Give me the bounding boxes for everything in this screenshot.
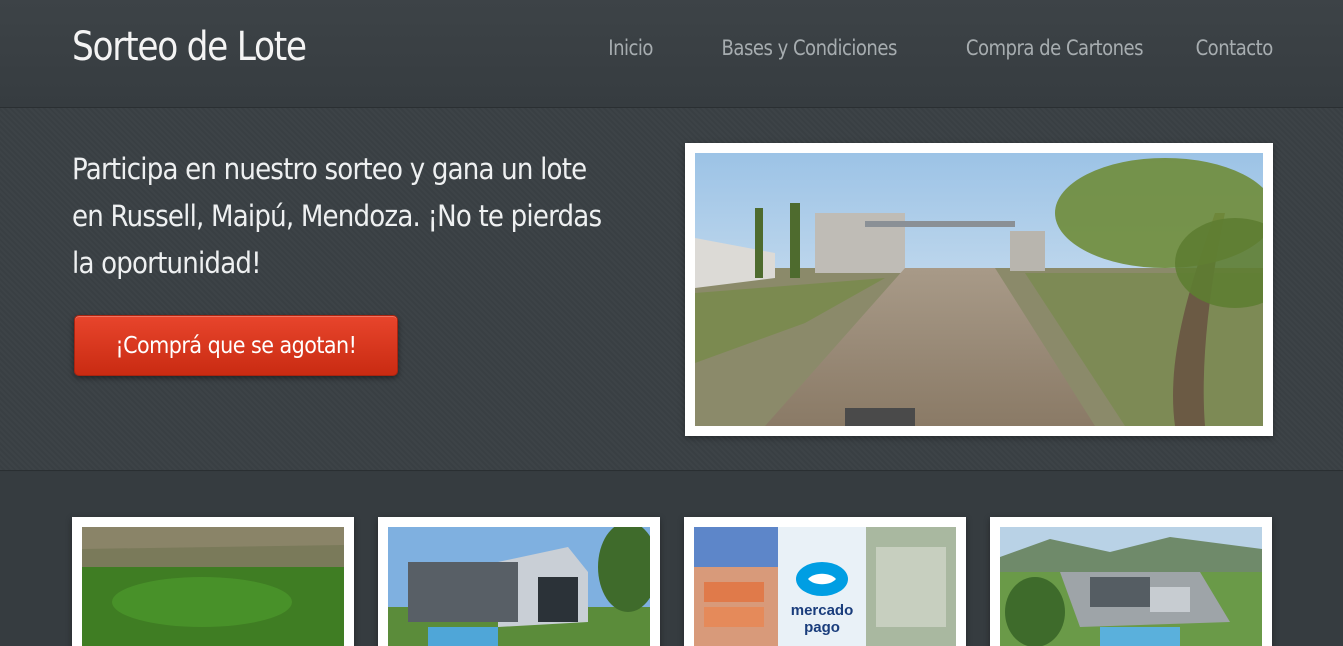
hero-section: Participa en nuestro sorteo y gana un lo… bbox=[0, 108, 1343, 471]
gallery-section: mercado pago bbox=[0, 472, 1343, 646]
main-nav: Inicio Bases y Condiciones Compra de Car… bbox=[561, 36, 1274, 60]
nav-item-bases[interactable]: Bases y Condiciones bbox=[722, 36, 898, 60]
photo-mercado-pago: mercado pago bbox=[694, 527, 956, 646]
mercado-pago-logo-text-2: pago bbox=[804, 619, 840, 636]
photo-grass-lot bbox=[82, 527, 344, 646]
gallery-thumb-2[interactable] bbox=[378, 517, 660, 646]
nav-item-inicio[interactable]: Inicio bbox=[609, 36, 654, 60]
mercado-pago-logo-text: mercado bbox=[791, 602, 854, 619]
hero-photo-lot-entrance bbox=[695, 153, 1263, 426]
hero-headline: Participa en nuestro sorteo y gana un lo… bbox=[72, 152, 602, 280]
gallery-thumb-1[interactable] bbox=[72, 517, 354, 646]
site-header: Sorteo de Lote Inicio Bases y Condicione… bbox=[0, 0, 1343, 108]
hero-image-frame bbox=[685, 143, 1273, 436]
photo-house-render bbox=[388, 527, 650, 646]
site-title[interactable]: Sorteo de Lote bbox=[72, 24, 307, 70]
nav-item-compra[interactable]: Compra de Cartones bbox=[966, 36, 1144, 60]
photo-house-aerial bbox=[1000, 527, 1262, 646]
nav-item-contacto[interactable]: Contacto bbox=[1196, 36, 1274, 60]
buy-now-label: ¡Comprá que se agotan! bbox=[115, 332, 357, 359]
gallery-thumb-4[interactable] bbox=[990, 517, 1272, 646]
gallery-thumb-3[interactable]: mercado pago bbox=[684, 517, 966, 646]
buy-now-button[interactable]: ¡Comprá que se agotan! bbox=[74, 315, 398, 376]
